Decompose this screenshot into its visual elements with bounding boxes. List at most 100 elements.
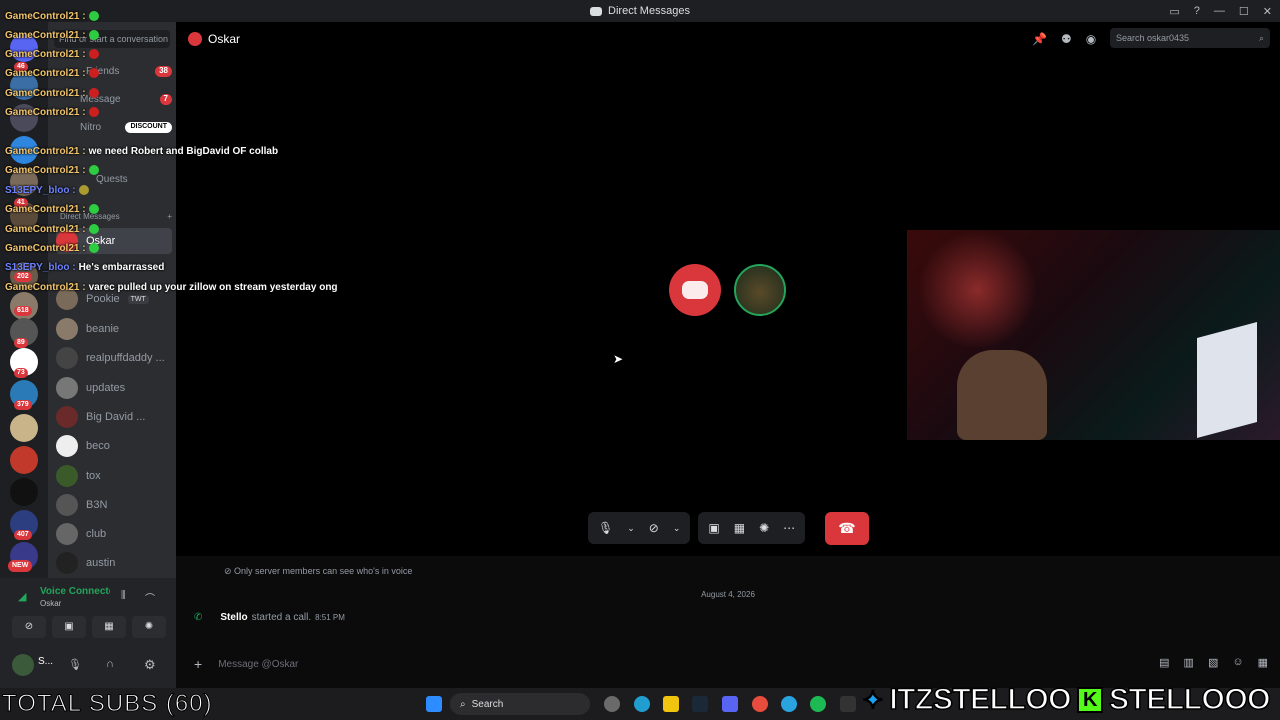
server-badge: 89 xyxy=(14,338,28,348)
telegram-icon[interactable] xyxy=(781,696,797,712)
stream-chat-line: GameControl21 : xyxy=(5,204,99,215)
chat-emote-icon xyxy=(88,224,99,235)
phone-hangup-icon: ☎ xyxy=(838,520,856,536)
dm-item-austin[interactable]: austin xyxy=(56,550,172,576)
app-icon[interactable] xyxy=(604,696,620,712)
settings-gear-icon[interactable]: ⚙ xyxy=(144,657,156,673)
windows-start-icon[interactable] xyxy=(426,696,442,712)
dm-item-tox[interactable]: tox xyxy=(56,463,172,489)
avatar xyxy=(56,435,78,457)
stream-chat-line: GameControl21 : xyxy=(5,165,99,176)
apps-icon[interactable]: ▦ xyxy=(1258,656,1268,669)
dm-item-label: Pookie xyxy=(86,293,120,305)
kick-handle: STELLOOO xyxy=(1108,682,1271,717)
profile-icon[interactable]: ◉ xyxy=(1086,32,1096,46)
steam-icon[interactable] xyxy=(692,696,708,712)
chat-emote-icon xyxy=(88,107,99,118)
terminal-icon[interactable] xyxy=(840,696,856,712)
edge-icon[interactable] xyxy=(634,696,650,712)
screen-share-icon[interactable]: ▣ xyxy=(708,521,719,535)
dm-item-beanie[interactable]: beanie xyxy=(56,316,172,342)
disconnect-icon[interactable]: ⌒ xyxy=(145,590,155,605)
chrome-icon[interactable] xyxy=(752,696,768,712)
gift-icon[interactable]: ▤ xyxy=(1159,656,1169,669)
dm-item-big-david[interactable]: Big David ... xyxy=(56,404,172,430)
search-icon: ⌕ xyxy=(1258,32,1264,43)
emoji-icon[interactable]: ☺ xyxy=(1232,656,1243,669)
sticker-icon[interactable]: ▧ xyxy=(1208,656,1218,669)
server-icon[interactable] xyxy=(10,446,38,474)
headphones-icon[interactable]: ∩ xyxy=(106,658,114,670)
spotify-icon[interactable] xyxy=(810,696,826,712)
dm-item-realpuffdaddy[interactable]: realpuffdaddy ... xyxy=(56,345,172,371)
dm-item-b3n[interactable]: B3N xyxy=(56,492,172,518)
avatar xyxy=(56,377,78,399)
participant-avatar[interactable] xyxy=(734,264,786,316)
add-friends-icon[interactable]: ⚉ xyxy=(1061,32,1072,46)
webcam-person xyxy=(957,350,1047,440)
stream-chat-line: GameControl21 : xyxy=(5,243,99,254)
chevron-down-icon[interactable]: ⌄ xyxy=(673,523,681,534)
call-user[interactable]: Stello xyxy=(220,612,247,623)
microphone-icon[interactable]: 🎙 xyxy=(598,521,613,535)
maximize-button[interactable]: ☐ xyxy=(1239,5,1249,18)
chat-emote-icon xyxy=(78,185,89,196)
minimize-button[interactable]: — xyxy=(1214,5,1225,17)
microphone-icon[interactable]: 🎙 xyxy=(68,658,82,671)
soundboard-icon[interactable]: ✺ xyxy=(759,521,769,535)
add-dm-icon[interactable]: + xyxy=(167,212,172,221)
actions-group: ▣ ▦ ✺ ⋯ xyxy=(698,512,806,544)
dm-item-label: austin xyxy=(86,557,116,569)
gif-icon[interactable]: ▥ xyxy=(1184,656,1194,669)
dm-item-label: Big David ... xyxy=(86,411,146,423)
stream-chat-line: GameControl21 : xyxy=(5,68,99,79)
activities-icon[interactable]: ▦ xyxy=(734,521,745,535)
dm-item-club[interactable]: club xyxy=(56,521,172,547)
screen-share-button[interactable]: ▣ xyxy=(52,616,86,638)
participant-avatar[interactable] xyxy=(669,264,721,316)
end-call-button[interactable]: ☎ xyxy=(825,512,869,545)
twitter-bird-icon: ✦ xyxy=(861,684,884,716)
soundboard-icon[interactable]: ⫼ xyxy=(121,590,126,601)
add-attachment-icon[interactable]: + xyxy=(194,656,202,672)
stream-chat-username: GameControl21 : xyxy=(5,165,86,176)
server-icon[interactable] xyxy=(10,414,38,442)
user-avatar[interactable] xyxy=(12,654,34,676)
chevron-down-icon[interactable]: ⌄ xyxy=(627,523,635,534)
dm-item-beco[interactable]: beco xyxy=(56,433,172,459)
stream-chat-line: S13EPY_bloo : He's embarrassed xyxy=(5,262,164,273)
server-icon[interactable] xyxy=(10,478,38,506)
privacy-note-text: Only server members can see who's in voi… xyxy=(234,566,413,576)
close-button[interactable]: ✕ xyxy=(1263,5,1272,18)
stream-chat-message: He's embarrassed xyxy=(78,262,165,273)
date-divider: August 4, 2026 xyxy=(176,590,1280,599)
folder-icon[interactable] xyxy=(663,696,679,712)
stream-chat-line: GameControl21 : xyxy=(5,49,99,60)
call-text: started a call. xyxy=(251,612,312,623)
discord-icon[interactable] xyxy=(722,696,738,712)
dm-item-updates[interactable]: updates xyxy=(56,375,172,401)
video-off-button[interactable]: ⊘ xyxy=(12,616,46,638)
chat-area: ⊘ Only server members can see who's in v… xyxy=(176,556,1280,688)
nav-nitro[interactable]: Nitro DISCOUNT xyxy=(56,122,172,133)
chat-emote-icon xyxy=(88,243,99,254)
activities-button[interactable]: ▦ xyxy=(92,616,126,638)
taskbar-search[interactable]: ⌕ Search xyxy=(450,693,590,715)
inbox-icon[interactable]: ▭ xyxy=(1169,5,1179,18)
soundboard-button[interactable]: ✺ xyxy=(132,616,166,638)
dm-item-label: club xyxy=(86,528,107,540)
stream-chat-username: GameControl21 : xyxy=(5,146,86,157)
more-options-icon[interactable]: ⋯ xyxy=(783,521,795,535)
message-input[interactable]: Message @Oskar xyxy=(218,659,298,670)
help-icon[interactable]: ? xyxy=(1194,5,1200,17)
stream-chat-line: GameControl21 : xyxy=(5,107,99,118)
pin-icon[interactable]: 📌 xyxy=(1032,32,1047,46)
voice-panel: ◢ Voice Connected Oskar ⫼ ⌒ ⊘ ▣ ▦ ✺ xyxy=(0,578,176,648)
dm-item-label: B3N xyxy=(86,499,108,511)
stream-chat-message: varec pulled up your zillow on stream ye… xyxy=(88,282,338,293)
search-input[interactable]: Search oskar0435 xyxy=(1116,33,1189,43)
avatar xyxy=(56,552,78,574)
chat-emote-icon xyxy=(88,30,99,41)
camera-off-icon[interactable]: ⊘ xyxy=(649,521,659,535)
search-box[interactable]: Search oskar0435 ⌕ xyxy=(1110,28,1270,48)
